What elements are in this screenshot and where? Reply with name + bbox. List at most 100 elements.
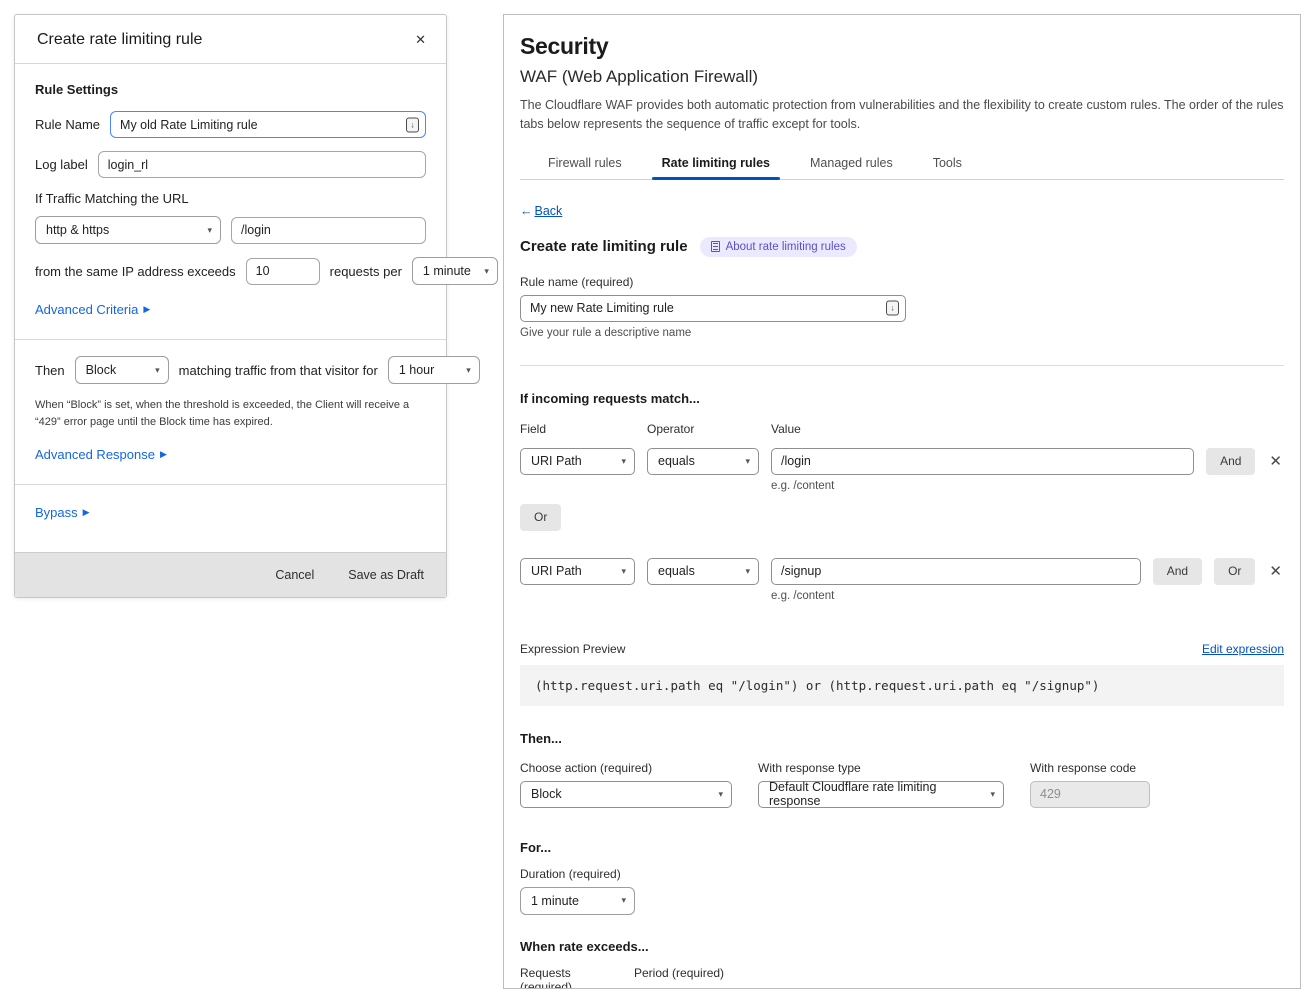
block-note-text: When “Block” is set, when the threshold …	[35, 397, 426, 431]
rule-name-input-wrap: ↓	[110, 111, 426, 138]
divider	[15, 339, 446, 340]
dialog-footer: Cancel Save as Draft	[15, 552, 446, 597]
rule-name-input[interactable]	[110, 111, 426, 138]
requests-label: Requests (required)	[520, 966, 620, 990]
expression-head: Expression Preview Edit expression	[520, 642, 1284, 656]
action-select-value: Block	[86, 363, 117, 377]
match-section: If incoming requests match... Field Oper…	[520, 391, 1284, 602]
dialog-body: Rule Settings Rule Name ↓ Log label If T…	[15, 64, 446, 544]
duration-select[interactable]: 1 minute ▾	[520, 887, 635, 915]
rate-section: When rate exceeds... Requests (required)…	[520, 939, 1284, 990]
chevron-down-icon: ▾	[745, 566, 750, 577]
period-select[interactable]: 1 minute ▾	[412, 257, 498, 285]
then-heading: Then...	[520, 731, 1284, 746]
operator-select[interactable]: equals ▾	[647, 448, 759, 475]
save-as-draft-button[interactable]: Save as Draft	[348, 568, 424, 582]
back-arrow-icon: ←	[520, 204, 533, 218]
tab-firewall-rules[interactable]: Firewall rules	[546, 150, 624, 179]
remove-condition-icon[interactable]: ✕	[1267, 562, 1284, 580]
remove-condition-icon[interactable]: ✕	[1267, 452, 1284, 470]
autofill-icon[interactable]: ↓	[406, 117, 419, 132]
url-input[interactable]	[231, 217, 426, 244]
then-row: Then Block ▾ matching traffic from that …	[35, 356, 426, 384]
duration-block: Duration (required) 1 minute ▾	[520, 867, 1284, 915]
and-button[interactable]: And	[1153, 558, 1202, 585]
period-label: Period (required)	[634, 966, 724, 990]
chevron-down-icon: ▾	[990, 789, 995, 800]
advanced-criteria-link[interactable]: Advanced Criteria ▶	[35, 302, 150, 317]
log-label-input[interactable]	[98, 151, 426, 178]
operator-select[interactable]: equals ▾	[647, 558, 759, 585]
expression-preview-label: Expression Preview	[520, 642, 625, 656]
autofill-icon[interactable]: ↓	[886, 301, 899, 316]
response-type-select[interactable]: Default Cloudflare rate limiting respons…	[758, 781, 1004, 808]
requests-count-input[interactable]	[246, 258, 320, 285]
rule-settings-heading: Rule Settings	[35, 82, 426, 97]
about-rate-limiting-badge[interactable]: About rate limiting rules	[700, 237, 857, 257]
chevron-down-icon: ▾	[745, 456, 750, 467]
expression-preview-block: Expression Preview Edit expression (http…	[520, 642, 1284, 706]
rule-name-input[interactable]	[520, 295, 906, 322]
back-label: Back	[535, 204, 563, 218]
dialog-title: Create rate limiting rule	[37, 31, 202, 49]
or-button[interactable]: Or	[520, 504, 561, 531]
security-waf-page: Security WAF (Web Application Firewall) …	[503, 14, 1301, 989]
about-badge-label: About rate limiting rules	[726, 241, 846, 253]
rate-heading: When rate exceeds...	[520, 939, 1284, 954]
rule-name-block: Rule name (required) ↓ Give your rule a …	[520, 275, 1284, 339]
then-suffix-text: matching traffic from that visitor for	[179, 363, 378, 378]
block-duration-select[interactable]: 1 hour ▾	[388, 356, 480, 384]
chevron-down-icon: ▾	[621, 456, 626, 467]
form-title-row: Create rate limiting rule About rate lim…	[520, 237, 1284, 257]
then-label: Then	[35, 363, 65, 378]
or-button[interactable]: Or	[1214, 558, 1255, 585]
rule-name-label: Rule Name	[35, 117, 100, 132]
condition-row: URI Path ▾ equals ▾ And ✕	[520, 448, 1284, 475]
cancel-button[interactable]: Cancel	[275, 568, 314, 582]
log-label-row: Log label	[35, 151, 426, 178]
exceeds-prefix-text: from the same IP address exceeds	[35, 264, 236, 279]
edit-expression-link[interactable]: Edit expression	[1202, 642, 1284, 656]
for-heading: For...	[520, 840, 1284, 855]
rule-name-helper: Give your rule a descriptive name	[520, 327, 1284, 339]
divider	[15, 484, 446, 485]
triangle-right-icon: ▶	[160, 449, 167, 460]
action-select[interactable]: Block ▾	[520, 781, 732, 808]
action-select[interactable]: Block ▾	[75, 356, 169, 384]
bypass-link[interactable]: Bypass ▶	[35, 505, 90, 520]
response-type-column: With response type Default Cloudflare ra…	[758, 761, 1004, 808]
scheme-select[interactable]: http & https ▾	[35, 216, 221, 244]
field-column-label: Field	[520, 422, 635, 436]
page-title: Security	[520, 33, 1284, 60]
advanced-response-link[interactable]: Advanced Response ▶	[35, 447, 167, 462]
choose-action-column: Choose action (required) Block ▾	[520, 761, 732, 808]
operator-column-label: Operator	[647, 422, 759, 436]
field-select[interactable]: URI Path ▾	[520, 558, 635, 585]
field-select[interactable]: URI Path ▾	[520, 448, 635, 475]
tab-managed-rules[interactable]: Managed rules	[808, 150, 895, 179]
duration-select-value: 1 minute	[531, 894, 579, 908]
duration-label: Duration (required)	[520, 867, 1284, 881]
chevron-down-icon: ▾	[466, 365, 471, 376]
choose-action-label: Choose action (required)	[520, 761, 732, 775]
rule-name-row: Rule Name ↓	[35, 111, 426, 138]
value-input[interactable]	[771, 448, 1194, 475]
scheme-select-value: http & https	[46, 223, 109, 237]
period-select-value: 1 minute	[423, 264, 471, 278]
back-link[interactable]: ← Back	[520, 204, 562, 218]
advanced-criteria-label: Advanced Criteria	[35, 302, 138, 317]
bypass-label: Bypass	[35, 505, 78, 520]
and-button[interactable]: And	[1206, 448, 1255, 475]
threshold-row: from the same IP address exceeds request…	[35, 257, 426, 285]
then-section: Then... Choose action (required) Block ▾…	[520, 731, 1284, 808]
response-code-column: With response code	[1030, 761, 1150, 808]
tab-rate-limiting-rules[interactable]: Rate limiting rules	[660, 150, 772, 179]
for-section: For... Duration (required) 1 minute ▾	[520, 840, 1284, 915]
tab-tools[interactable]: Tools	[931, 150, 964, 179]
chevron-down-icon: ▾	[621, 895, 626, 906]
value-input[interactable]	[771, 558, 1141, 585]
close-icon[interactable]: ✕	[413, 31, 428, 48]
rate-labels: Requests (required) Period (required)	[520, 966, 1284, 990]
value-input-wrap	[771, 448, 1194, 475]
match-heading: If incoming requests match...	[520, 391, 1284, 406]
